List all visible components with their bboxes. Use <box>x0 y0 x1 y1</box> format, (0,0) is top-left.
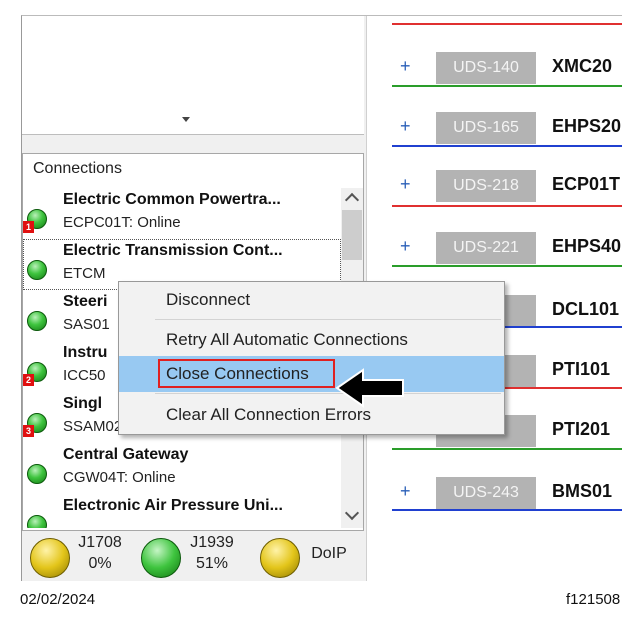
connection-item-ecpc[interactable]: 1 Electric Common Powertra... ECPC01T: O… <box>23 188 341 239</box>
menu-item-label: Disconnect <box>166 290 251 309</box>
doip-status-icon <box>260 538 300 578</box>
expand-plus-icon[interactable]: + <box>400 236 411 257</box>
uds-tag: UDS-221 <box>436 232 536 264</box>
j1939-label: J1939 <box>190 534 234 551</box>
expand-plus-icon[interactable]: + <box>400 116 411 137</box>
connection-item-eapu[interactable]: Electronic Air Pressure Uni... <box>23 494 341 528</box>
expand-plus-icon[interactable]: + <box>400 481 411 502</box>
scroll-down-icon[interactable] <box>344 505 360 521</box>
menu-separator <box>155 393 501 394</box>
module-separator <box>392 145 622 147</box>
connection-status: ETCM <box>63 265 106 282</box>
connection-name: Electric Transmission Cont... <box>63 242 283 259</box>
menu-item-label: Retry All Automatic Connections <box>166 330 408 349</box>
uds-tag: UDS-140 <box>436 52 536 84</box>
connection-status-icon <box>27 464 47 484</box>
j1708-status-icon <box>30 538 70 578</box>
module-separator <box>392 85 622 87</box>
module-row[interactable]: + UDS-140 XMC20 <box>368 48 622 90</box>
module-name: EHPS40 <box>552 236 622 256</box>
menu-item-retry-all[interactable]: Retry All Automatic Connections <box>119 322 504 358</box>
error-count-badge: 2 <box>23 374 34 386</box>
menu-item-disconnect[interactable]: Disconnect <box>119 282 504 318</box>
uds-tag: UDS-243 <box>436 477 536 509</box>
expand-arrow-icon[interactable] <box>182 117 190 122</box>
module-row[interactable]: + UDS-221 EHPS40 <box>368 228 622 270</box>
j1939-status-icon <box>141 538 181 578</box>
error-count-badge: 1 <box>23 221 34 233</box>
connection-status-icon <box>27 311 47 331</box>
menu-item-close-connections[interactable]: Close Connections <box>119 356 504 392</box>
j1708-value: 0% <box>88 555 112 572</box>
menu-item-clear-errors[interactable]: Clear All Connection Errors <box>119 397 504 433</box>
connection-status: ECPC01T: Online <box>63 214 181 231</box>
scroll-up-icon[interactable] <box>344 192 360 208</box>
connection-name: Electric Common Powertra... <box>63 191 281 208</box>
j1708-label: J1708 <box>78 534 122 551</box>
callout-arrow-icon <box>335 368 404 408</box>
module-name: XMC20 <box>552 56 613 76</box>
j1939-value: 51% <box>195 555 229 572</box>
uds-tag: UDS-218 <box>436 170 536 202</box>
module-separator <box>392 509 622 511</box>
module-row[interactable]: + UDS-165 EHPS20 <box>368 108 622 150</box>
module-name: EHPS20 <box>552 116 622 136</box>
module-name: BMS01 <box>552 481 613 501</box>
connection-name: Electronic Air Pressure Uni... <box>63 497 283 514</box>
connection-status: SAS01 <box>63 316 110 333</box>
expand-plus-icon[interactable]: + <box>400 174 411 195</box>
expand-plus-icon[interactable]: + <box>400 56 411 77</box>
connection-status: ICC50 <box>63 367 106 384</box>
module-row[interactable]: + UDS-218 ECP01T <box>368 166 622 208</box>
module-separator <box>392 265 622 267</box>
doip-label: DoIP <box>311 545 347 562</box>
module-name: ECP01T <box>552 174 621 194</box>
connection-name: Steeri <box>63 293 108 310</box>
connection-status: CGW04T: Online <box>63 469 176 486</box>
uds-tag: UDS-165 <box>436 112 536 144</box>
module-name: PTI101 <box>552 359 611 379</box>
figure-id: f121508 <box>566 591 621 608</box>
connection-name: Singl <box>63 395 103 412</box>
bus-status-bar: J1708 0% J1939 51% DoIP <box>22 533 364 581</box>
module-name: PTI201 <box>552 419 611 439</box>
module-name: DCL101 <box>552 299 620 319</box>
module-separator <box>392 23 622 25</box>
app-window: Connections 1 Electric Common Powertra..… <box>21 15 622 581</box>
module-separator <box>392 448 622 450</box>
figure-date: 02/02/2024 <box>20 591 96 608</box>
connection-status-icon <box>27 515 47 528</box>
connections-title: Connections <box>33 160 122 177</box>
upper-list-panel <box>22 16 364 135</box>
connection-status-icon <box>27 260 47 280</box>
connection-item-cgw[interactable]: Central Gateway CGW04T: Online <box>23 443 341 494</box>
module-separator <box>392 205 622 207</box>
connection-name: Central Gateway <box>63 446 189 463</box>
menu-item-label: Close Connections <box>166 364 309 383</box>
context-menu: Disconnect Retry All Automatic Connectio… <box>118 281 505 435</box>
menu-separator <box>155 319 501 320</box>
scroll-thumb[interactable] <box>342 210 362 260</box>
error-count-badge: 3 <box>23 425 34 437</box>
connection-name: Instru <box>63 344 108 361</box>
